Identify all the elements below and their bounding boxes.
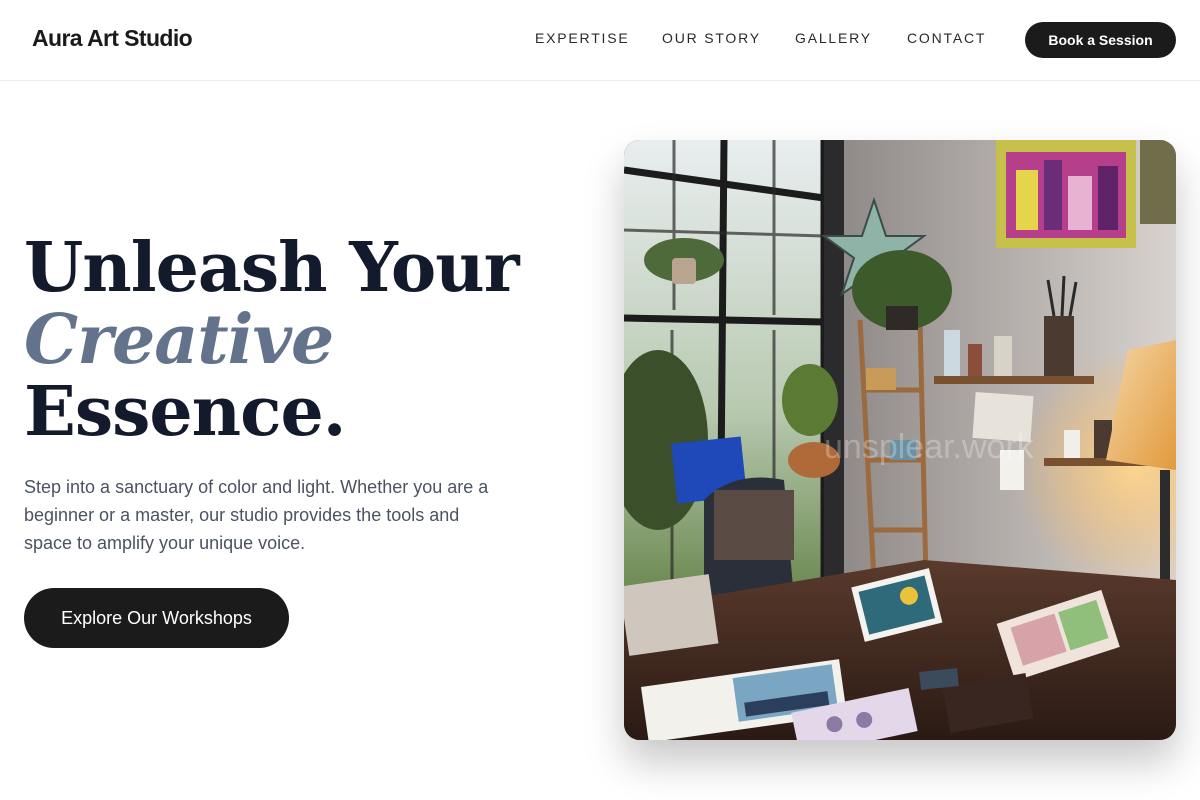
studio-photo: unsplear.work — [624, 140, 1176, 740]
brand-logo[interactable]: Aura Art Studio — [32, 25, 193, 52]
book-session-button[interactable]: Book a Session — [1025, 22, 1176, 58]
site-header: Aura Art Studio EXPERTISE OUR STORY GALL… — [0, 0, 1200, 81]
image-watermark: unsplear.work — [824, 428, 1034, 466]
headline-line-3: Essence. — [24, 372, 346, 452]
headline-line-2-accent: Creative — [24, 300, 334, 380]
hero-headline: Unleash Your Creative Essence. — [24, 232, 544, 448]
explore-workshops-button[interactable]: Explore Our Workshops — [24, 588, 289, 648]
nav-link-our-story[interactable]: OUR STORY — [662, 30, 761, 46]
nav-link-contact[interactable]: CONTACT — [907, 30, 986, 46]
headline-line-1: Unleash Your — [24, 228, 520, 308]
nav-link-gallery[interactable]: GALLERY — [795, 30, 872, 46]
nav-link-expertise[interactable]: EXPERTISE — [535, 30, 630, 46]
hero-description: Step into a sanctuary of color and light… — [24, 477, 489, 553]
